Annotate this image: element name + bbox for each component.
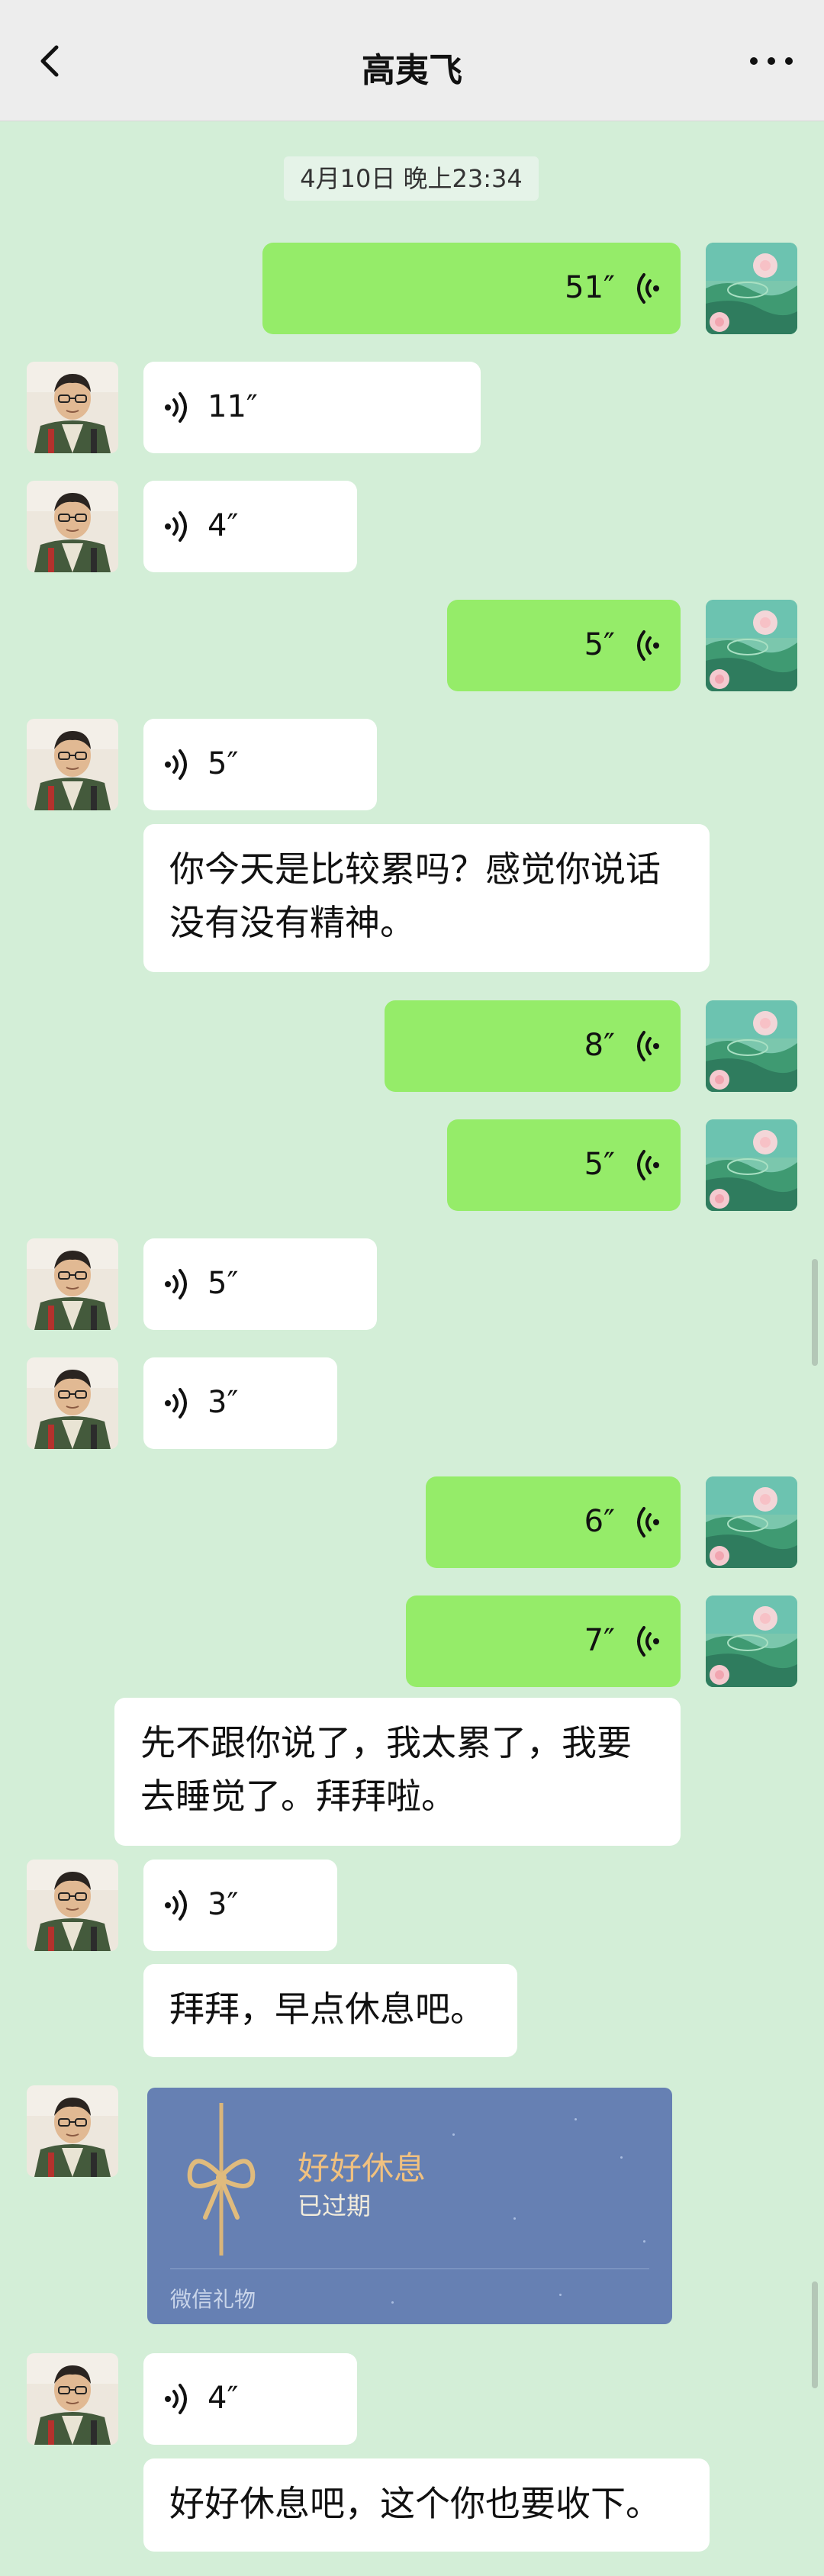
avatar-contact[interactable] [27, 362, 118, 453]
gift-sparkle [643, 2240, 645, 2243]
avatar-contact[interactable] [27, 1357, 118, 1449]
voice-duration: 5″ [208, 746, 239, 781]
voice-message-outgoing[interactable]: 7″ [406, 1596, 681, 1687]
voice-duration: 4″ [208, 2381, 239, 2416]
gift-sparkle [513, 2217, 516, 2220]
gift-card[interactable]: 好好休息 已过期 微信礼物 [147, 2088, 672, 2324]
voice-message-incoming[interactable]: 3″ [143, 1357, 337, 1449]
voice-duration: 11″ [208, 389, 258, 424]
voice-message-incoming[interactable]: 5″ [143, 1238, 377, 1330]
avatar-self[interactable] [706, 1119, 797, 1211]
avatar-contact[interactable] [27, 719, 118, 810]
voice-duration: 3″ [208, 1385, 239, 1420]
gift-divider [170, 2268, 649, 2269]
voice-message-outgoing[interactable]: 51″ [262, 243, 681, 334]
voice-message-incoming[interactable]: 5″ [143, 719, 377, 810]
gift-sparkle [391, 2301, 394, 2304]
voice-duration: 6″ [584, 1504, 615, 1539]
chat-header: 高夷飞 [0, 0, 824, 121]
voice-wave-icon [163, 1388, 187, 1418]
gift-title: 好好休息 [298, 2149, 426, 2187]
voice-wave-icon [637, 273, 661, 304]
gift-footer-label: 微信礼物 [170, 2287, 256, 2312]
avatar-self[interactable] [706, 1596, 797, 1687]
voice-message-outgoing[interactable]: 5″ [447, 1119, 681, 1211]
gift-sparkle [559, 2294, 562, 2296]
avatar-self[interactable] [706, 1000, 797, 1092]
voice-wave-icon [163, 1890, 187, 1921]
voice-message-incoming[interactable]: 4″ [143, 2353, 357, 2445]
text-message-incoming[interactable]: 好好休息吧，这个你也要收下。 [143, 2458, 710, 2552]
scrollbar-thumb[interactable] [812, 1259, 818, 1366]
text-message-incoming[interactable]: 拜拜，早点休息吧。 [143, 1964, 517, 2057]
voice-duration: 8″ [584, 1028, 615, 1063]
voice-message-incoming[interactable]: 11″ [143, 362, 481, 453]
voice-duration: 5″ [584, 627, 615, 662]
voice-wave-icon [637, 1150, 661, 1180]
more-options-icon[interactable] [745, 46, 798, 76]
chat-title: 高夷飞 [362, 51, 462, 90]
voice-wave-icon [637, 630, 661, 661]
voice-duration: 51″ [565, 270, 615, 305]
scrollbar-thumb[interactable] [812, 2281, 818, 2388]
voice-message-outgoing[interactable]: 8″ [385, 1000, 681, 1092]
voice-message-incoming[interactable]: 3″ [143, 1860, 337, 1951]
gift-sparkle [452, 2133, 455, 2136]
voice-duration: 4″ [208, 508, 239, 543]
voice-duration: 7″ [584, 1623, 615, 1658]
gift-status: 已过期 [298, 2191, 372, 2220]
voice-message-outgoing[interactable]: 6″ [426, 1476, 681, 1568]
avatar-contact[interactable] [27, 1238, 118, 1330]
voice-message-outgoing[interactable]: 5″ [447, 600, 681, 691]
voice-wave-icon [163, 392, 187, 423]
avatar-contact[interactable] [27, 481, 118, 572]
avatar-contact[interactable] [27, 2353, 118, 2445]
voice-wave-icon [163, 1269, 187, 1299]
voice-duration: 5″ [208, 1266, 239, 1301]
gift-sparkle [575, 2118, 577, 2120]
voice-wave-icon [637, 1507, 661, 1538]
voice-message-incoming[interactable]: 4″ [143, 481, 357, 572]
avatar-self[interactable] [706, 1476, 797, 1568]
text-message[interactable]: 先不跟你说了，我太累了，我要去睡觉了。拜拜啦。 [114, 1698, 681, 1846]
gift-sparkle [620, 2156, 623, 2159]
text-message-incoming[interactable]: 你今天是比较累吗？感觉你说话没有没有精神。 [143, 824, 710, 972]
voice-wave-icon [163, 511, 187, 542]
message-timestamp: 4月10日 晚上23:34 [284, 156, 539, 201]
avatar-self[interactable] [706, 243, 797, 334]
avatar-self[interactable] [706, 600, 797, 691]
avatar-contact[interactable] [27, 1860, 118, 1951]
voice-wave-icon [163, 749, 187, 780]
voice-duration: 3″ [208, 1887, 239, 1922]
voice-wave-icon [637, 1626, 661, 1657]
voice-wave-icon [637, 1031, 661, 1061]
voice-wave-icon [163, 2384, 187, 2414]
avatar-contact[interactable] [27, 2085, 118, 2177]
ribbon-bow-icon [187, 2103, 256, 2256]
voice-duration: 5″ [584, 1147, 615, 1182]
